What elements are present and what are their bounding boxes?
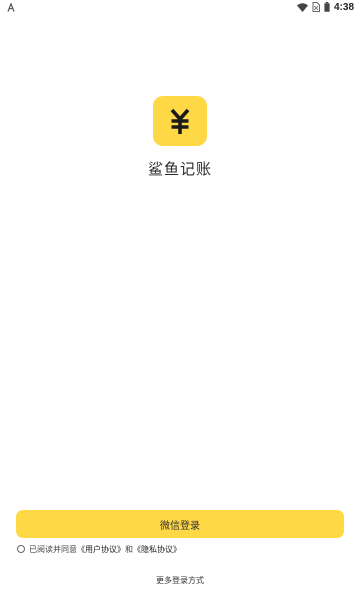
more-login-container: 更多登录方式: [0, 575, 360, 586]
status-time: 4:38: [333, 1, 354, 13]
a-notification-icon: [7, 2, 15, 12]
app-name: 鲨鱼记账: [147, 160, 212, 178]
wechat-login-button[interactable]: 微信登录: [16, 510, 344, 538]
status-bar: 4:38: [0, 0, 360, 14]
more-login-methods-link[interactable]: 更多登录方式: [156, 576, 204, 585]
agreement-row: 已阅读并同意 《用户协议》 和 《隐私协议》: [17, 543, 181, 555]
user-agreement-link[interactable]: 《用户协议》: [77, 544, 125, 555]
agreement-prefix: 已阅读并同意: [29, 544, 77, 554]
agreement-connector: 和: [125, 544, 133, 554]
no-sim-icon: [312, 2, 320, 12]
battery-icon: [324, 2, 330, 12]
yen-sign-icon: [170, 108, 190, 134]
app-logo: [153, 96, 207, 146]
privacy-policy-link[interactable]: 《隐私协议》: [133, 544, 181, 555]
wifi-icon: [296, 2, 308, 12]
agreement-radio[interactable]: [17, 545, 25, 553]
